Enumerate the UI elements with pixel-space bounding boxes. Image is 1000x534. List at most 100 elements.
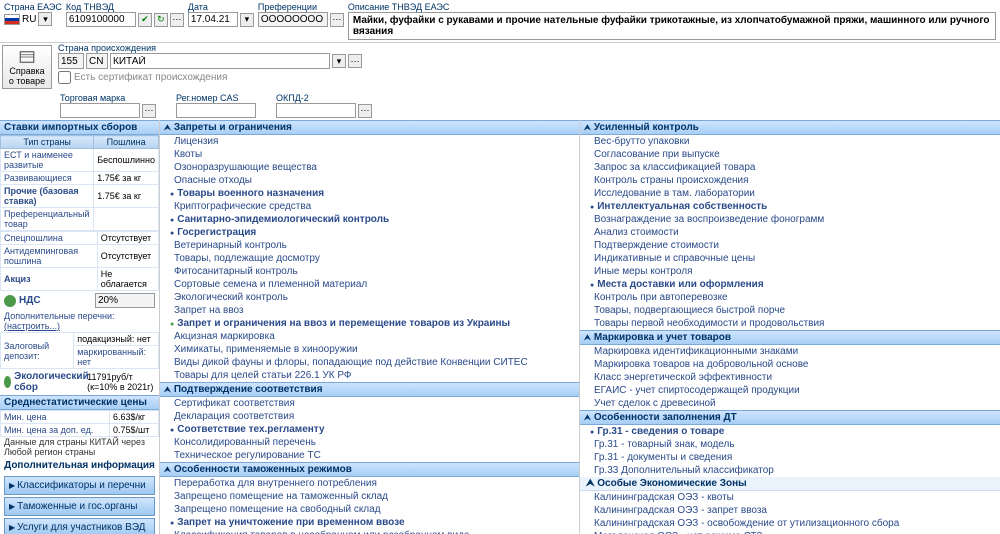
list-item[interactable]: Товары, подлежащие досмотру <box>160 252 579 265</box>
list-item[interactable]: Интеллектуальная собственность <box>580 200 1000 213</box>
collapse-icon[interactable]: ⮝ <box>584 413 591 423</box>
collapse-icon[interactable]: ⮝ <box>164 465 171 475</box>
origin-more[interactable]: ⋯ <box>348 54 362 68</box>
list-item[interactable]: Места доставки или оформления <box>580 278 1000 291</box>
collapse-icon[interactable]: ⮝ <box>584 123 591 133</box>
list-item[interactable]: Соответствие тех.регламенту <box>160 423 579 436</box>
list-item[interactable]: Запрет на ввоз <box>160 304 579 317</box>
list-item[interactable]: Ветеринарный контроль <box>160 239 579 252</box>
origin-dropdown[interactable]: ▾ <box>332 54 346 68</box>
pref-input[interactable] <box>258 12 328 27</box>
nav-classifiers[interactable]: ▶Классификаторы и перечни <box>4 476 155 495</box>
help-button[interactable]: Справкао товаре <box>2 45 52 89</box>
collapse-icon[interactable]: ⮝ <box>164 385 171 395</box>
list-item[interactable]: Согласование при выпуске <box>580 148 1000 161</box>
list-item[interactable]: Госрегистрация <box>160 226 579 239</box>
prices-header: Среднестатистические цены <box>0 395 159 410</box>
list-item[interactable]: Квоты <box>160 148 579 161</box>
accept-icon[interactable]: ✔ <box>138 13 152 27</box>
list-item[interactable]: Консолидированный перечень <box>160 436 579 449</box>
code-label: Код ТНВЭД <box>66 2 184 12</box>
list-item[interactable]: Учет сделок с древесиной <box>580 397 1000 410</box>
list-item[interactable]: Криптографические средства <box>160 200 579 213</box>
okpd-label: ОКПД-2 <box>276 93 372 103</box>
country-code: RU <box>22 14 36 25</box>
list-item[interactable]: Товары военного назначения <box>160 187 579 200</box>
list-item[interactable]: Озоноразрушающие вещества <box>160 161 579 174</box>
list-item[interactable]: Классификация товаров в несобранном или … <box>160 529 579 534</box>
list-item[interactable]: Переработка для внутреннего потребления <box>160 477 579 490</box>
list-item[interactable]: Гр.31 - документы и сведения <box>580 451 1000 464</box>
collapse-icon[interactable]: ⮝ <box>164 123 171 133</box>
list-item[interactable]: Исследование в там. лаборатории <box>580 187 1000 200</box>
list-item[interactable]: Запрещено помещение на таможенный склад <box>160 490 579 503</box>
refresh-icon[interactable]: ↻ <box>154 13 168 27</box>
date-dropdown[interactable]: ▾ <box>240 13 254 27</box>
list-item[interactable]: Товары первой необходимости и продовольс… <box>580 317 1000 330</box>
okpd-input[interactable] <box>276 103 356 118</box>
list-item[interactable]: Запрещено помещение на свободный склад <box>160 503 579 516</box>
cert-checkbox[interactable] <box>58 71 71 84</box>
code-input[interactable] <box>66 12 136 27</box>
origin-label: Страна происхождения <box>58 43 996 53</box>
list-item[interactable]: Фитосанитарный контроль <box>160 265 579 278</box>
okpd-more[interactable]: ⋯ <box>358 104 372 118</box>
info-header: Дополнительная информация <box>0 457 159 474</box>
origin-name[interactable] <box>110 53 330 69</box>
list-item[interactable]: Акцизная маркировка <box>160 330 579 343</box>
sub-header: ⮝ Особые Экономические Зоны <box>580 477 1000 491</box>
list-item[interactable]: Запрос за классификацией товара <box>580 161 1000 174</box>
list-item[interactable]: Лицензия <box>160 135 579 148</box>
list-item[interactable]: Гр.33 Дополнительный классификатор <box>580 464 1000 477</box>
list-item[interactable]: Индикативные и справочные цены <box>580 252 1000 265</box>
list-item[interactable]: Калининградская ОЭЗ - квоты <box>580 491 1000 504</box>
list-item[interactable]: Маркировка идентификационными знаками <box>580 345 1000 358</box>
list-item[interactable]: Подтверждение стоимости <box>580 239 1000 252</box>
list-item[interactable]: Химикаты, применяемые в хинооружии <box>160 343 579 356</box>
list-item[interactable]: Экологический контроль <box>160 291 579 304</box>
list-item[interactable]: Техническое регулирование ТС <box>160 449 579 462</box>
list-item[interactable]: ЕГАИС - учет спиртосодержащей продукции <box>580 384 1000 397</box>
list-item[interactable]: Санитарно-эпидемиологический контроль <box>160 213 579 226</box>
dop-config-link[interactable]: (настроить...) <box>4 321 60 331</box>
list-item[interactable]: Сортовые семена и племенной материал <box>160 278 579 291</box>
nav-customs[interactable]: ▶Таможенные и гос.органы <box>4 497 155 516</box>
cas-input[interactable] <box>176 103 256 118</box>
pref-more[interactable]: ⋯ <box>330 13 344 27</box>
list-item[interactable]: Маркировка товаров на добровольной основ… <box>580 358 1000 371</box>
origin-iso[interactable] <box>86 53 108 69</box>
list-item[interactable]: Гр.31 - товарный знак, модель <box>580 438 1000 451</box>
nds-label: НДС <box>19 295 41 306</box>
rates-table: Тип страныПошлина ЕСТ и наименее развиты… <box>0 135 159 231</box>
list-item[interactable]: Контроль страны происхождения <box>580 174 1000 187</box>
list-item[interactable]: Калининградская ОЭЗ - освобождение от ут… <box>580 517 1000 530</box>
list-item[interactable]: Вес-брутто упаковки <box>580 135 1000 148</box>
country-label: Страна ЕАЭС <box>4 2 62 12</box>
date-input[interactable] <box>188 12 238 27</box>
list-item[interactable]: Калининградская ОЭЗ - запрет ввоза <box>580 504 1000 517</box>
list-item[interactable]: Декларация соответствия <box>160 410 579 423</box>
list-item[interactable]: Сертификат соответствия <box>160 397 579 410</box>
country-dropdown[interactable]: ▾ <box>38 12 52 26</box>
list-item[interactable]: Виды дикой фауны и флоры, попадающие под… <box>160 356 579 369</box>
list-item[interactable]: Магаданская ОЭЗ - нет режима СТЗ <box>580 530 1000 534</box>
tm-more[interactable]: ⋯ <box>142 104 156 118</box>
list-item[interactable]: Товары, подвергающиеся быстрой порче <box>580 304 1000 317</box>
list-item[interactable]: Анализ стоимости <box>580 226 1000 239</box>
list-item[interactable]: Контроль при автоперевозке <box>580 291 1000 304</box>
list-item[interactable]: Товары для целей статьи 226.1 УК РФ <box>160 369 579 382</box>
nav-services[interactable]: ▶Услуги для участников ВЭД <box>4 518 155 534</box>
list-item[interactable]: Запрет и ограничения на ввоз и перемещен… <box>160 317 579 330</box>
list-item[interactable]: Опасные отходы <box>160 174 579 187</box>
tm-input[interactable] <box>60 103 140 118</box>
cert-checkbox-row[interactable]: Есть сертификат происхождения <box>58 71 996 84</box>
more-icon[interactable]: ⋯ <box>170 13 184 27</box>
eco-icon <box>4 376 11 388</box>
collapse-icon[interactable]: ⮝ <box>584 333 591 343</box>
list-item[interactable]: Вознаграждение за воспроизведение фоногр… <box>580 213 1000 226</box>
origin-num[interactable] <box>58 53 84 69</box>
list-item[interactable]: Гр.31 - сведения о товаре <box>580 425 1000 438</box>
list-item[interactable]: Иные меры контроля <box>580 265 1000 278</box>
list-item[interactable]: Запрет на уничтожение при временном ввоз… <box>160 516 579 529</box>
list-item[interactable]: Класс энергетической эффективности <box>580 371 1000 384</box>
